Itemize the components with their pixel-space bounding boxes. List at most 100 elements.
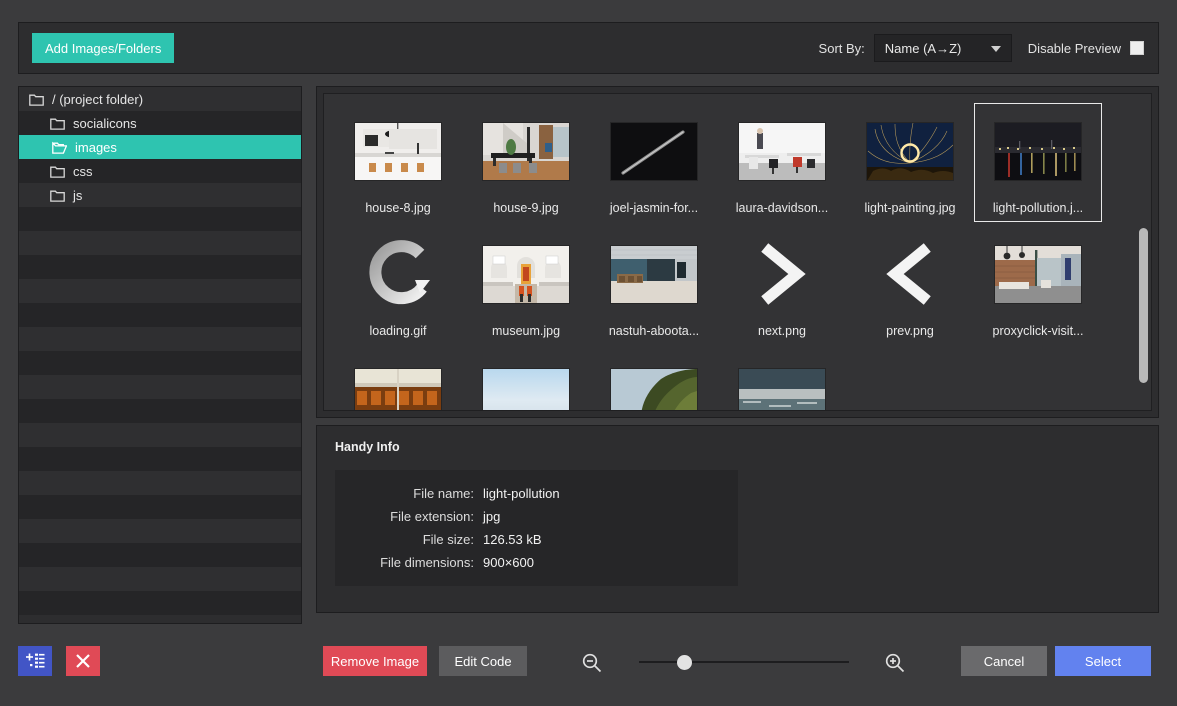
folder-tree-empty-row [19, 375, 301, 399]
thumbnail-item[interactable] [718, 356, 846, 410]
folder-tree-item-label: / (project folder) [52, 91, 144, 107]
zoom-slider-handle[interactable] [677, 655, 692, 670]
handy-info-row: File dimensions: 900×600 [335, 555, 738, 570]
handy-info-key: File name: [413, 486, 474, 501]
thumbnail-label: house-9.jpg [493, 201, 559, 215]
folder-tree-empty-row [19, 303, 301, 327]
folder-tree-list: / (project folder) socialicons images css js [19, 87, 301, 615]
thumbnail-item[interactable]: nastuh-aboota... [590, 233, 718, 338]
add-images-folders-button[interactable]: Add Images/Folders [32, 33, 175, 63]
folder-tree-item-js[interactable]: js [19, 183, 301, 207]
zoom-slider-track[interactable] [639, 661, 849, 663]
thumbnail-item[interactable] [462, 356, 590, 410]
zoom-out-icon[interactable] [581, 652, 603, 679]
thumbnail-label: proxyclick-visit... [992, 324, 1084, 338]
folder-tree-empty-row [19, 351, 301, 375]
thumbnail-label: light-painting.jpg [864, 201, 956, 215]
thumbnail-label: next.png [758, 324, 806, 338]
chevron-left-icon [850, 233, 970, 315]
chevron-right-icon [722, 233, 842, 315]
remove-image-button[interactable]: Remove Image [323, 646, 427, 676]
handy-info-value: jpg [483, 509, 501, 524]
thumbnail-item[interactable]: joel-jasmin-for... [590, 110, 718, 215]
folder-tree-empty-row [19, 399, 301, 423]
folder-tree-empty-row [19, 495, 301, 519]
disable-preview-checkbox[interactable] [1130, 41, 1144, 55]
thumbnail-item[interactable]: light-painting.jpg [846, 110, 974, 215]
thumbnail-label: house-8.jpg [365, 201, 431, 215]
folder-icon [29, 93, 44, 106]
folder-tree-item-label: css [73, 163, 93, 179]
folder-tree-empty-row [19, 423, 301, 447]
thumbnail-grid: house-8.jpg house-9.jpg joel-jasmin-for.… [324, 94, 1151, 410]
photo-workspace [978, 233, 1098, 315]
folder-tree-empty-row [19, 519, 301, 543]
folder-tree-empty-row [19, 231, 301, 255]
folder-tree-item-css[interactable]: css [19, 159, 301, 183]
photo-dark-diagonal [594, 110, 714, 192]
thumbnail-item[interactable]: museum.jpg [462, 233, 590, 338]
folder-tree-empty-row [19, 591, 301, 615]
add-to-list-icon [25, 653, 44, 668]
thumbnail-label: light-pollution.j... [992, 201, 1084, 215]
sort-by-select[interactable]: Name (A→Z) [873, 34, 1012, 62]
folder-tree-item--project-folder-[interactable]: / (project folder) [19, 87, 301, 111]
folder-tree-item-images[interactable]: images [19, 135, 301, 159]
bottom-toolbar: Remove Image Edit Code Cancel Select [0, 640, 1177, 688]
folder-tree-item-label: js [73, 187, 83, 203]
handy-info-title: Handy Info [335, 440, 400, 454]
thumbnail-item[interactable]: laura-davidson... [718, 110, 846, 215]
folder-tree-item-label: images [75, 139, 117, 155]
handy-info-row: File name: light-pollution [335, 486, 738, 501]
image-picker-window: Add Images/Folders Sort By: Name (A→Z) D… [0, 0, 1177, 706]
thumbnail-label: loading.gif [369, 324, 427, 338]
photo-lobby [594, 233, 714, 315]
folder-tree-empty-row [19, 255, 301, 279]
photo-office [722, 110, 842, 192]
add-folder-button[interactable] [18, 646, 52, 676]
handy-info-value: light-pollution [483, 486, 560, 501]
photo-livingroom [466, 110, 586, 192]
thumbnail-item[interactable]: house-9.jpg [462, 110, 590, 215]
folder-icon [50, 117, 65, 130]
thumbnail-item[interactable]: light-pollution.j... [974, 103, 1102, 222]
photo-clipped-tree [594, 356, 714, 410]
handy-info-key: File size: [422, 532, 474, 547]
zoom-in-icon[interactable] [884, 652, 906, 679]
handy-info-panel: Handy Info File name: light-pollution File… [316, 425, 1159, 613]
folder-tree-empty-row [19, 567, 301, 591]
folder-tree-item-socialicons[interactable]: socialicons [19, 111, 301, 135]
cancel-button[interactable]: Cancel [961, 646, 1047, 676]
thumbnail-grid-viewport: house-8.jpg house-9.jpg joel-jasmin-for.… [323, 93, 1152, 411]
edit-code-button[interactable]: Edit Code [439, 646, 527, 676]
photo-museum [466, 233, 586, 315]
spinner-icon [338, 233, 458, 315]
photo-kitchen [338, 110, 458, 192]
thumbnail-item[interactable]: next.png [718, 233, 846, 338]
disable-preview-label: Disable Preview [1027, 40, 1121, 56]
sort-by-value: Name (A→Z) [884, 40, 962, 56]
thumbnail-label: nastuh-aboota... [608, 324, 700, 338]
thumbnail-label: laura-davidson... [735, 201, 829, 215]
thumbnail-item[interactable] [334, 356, 462, 410]
folder-tree-empty-row [19, 279, 301, 303]
photo-clipped-warehouse [338, 356, 458, 410]
thumbnail-item[interactable]: proxyclick-visit... [974, 233, 1102, 338]
select-button[interactable]: Select [1055, 646, 1151, 676]
thumbnail-item[interactable]: prev.png [846, 233, 974, 338]
remove-folder-button[interactable] [66, 646, 100, 676]
thumbnail-grid-panel: house-8.jpg house-9.jpg joel-jasmin-for.… [316, 86, 1159, 418]
thumbnail-label: joel-jasmin-for... [609, 201, 699, 215]
top-toolbar: Add Images/Folders Sort By: Name (A→Z) D… [18, 22, 1159, 74]
folder-icon [50, 189, 65, 202]
folder-tree-empty-row [19, 207, 301, 231]
thumbnail-item[interactable] [590, 356, 718, 410]
thumbnail-item[interactable]: house-8.jpg [334, 110, 462, 215]
grid-scrollbar[interactable] [1139, 98, 1148, 406]
handy-info-row: File extension: jpg [335, 509, 738, 524]
photo-nightharbor [978, 110, 1098, 192]
handy-info-value: 900×600 [483, 555, 534, 570]
thumbnail-label: prev.png [886, 324, 934, 338]
thumbnail-item[interactable]: loading.gif [334, 233, 462, 338]
grid-scrollbar-thumb[interactable] [1139, 228, 1148, 383]
